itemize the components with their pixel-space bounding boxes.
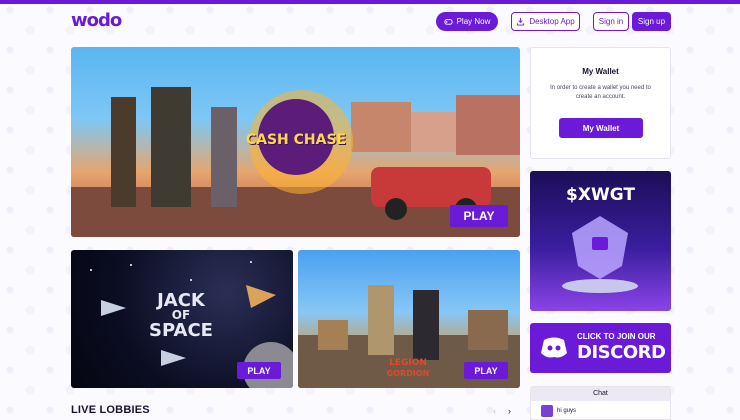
chevron-right-icon[interactable]: › [508,406,511,416]
legion-gordion-card[interactable]: LEGION GORDION PLAY [298,250,520,388]
download-icon [517,17,525,26]
hero-play-button[interactable]: PLAY [450,205,508,227]
wodo-logo[interactable]: wodo [71,12,123,30]
discord-icon [541,337,567,358]
sign-up-button[interactable]: Sign up [632,12,671,31]
chat-message-text: hi guys [557,408,577,414]
my-wallet-button[interactable]: My Wallet [559,118,643,138]
legion-title-line2: GORDION [386,369,430,378]
token-crystal-art [562,216,638,293]
discord-banner[interactable]: CLICK TO JOIN OUR DISCORD [530,323,671,373]
play-now-label: Play Now [456,17,491,26]
desktop-app-label: Desktop App [529,17,575,26]
jack-title-line3: SPACE [149,320,213,341]
gamepad-icon [444,19,453,25]
legion-play-button[interactable]: PLAY [464,362,508,379]
avatar [541,405,553,417]
legion-title-line1: LEGION [389,358,427,368]
chat-panel: Chat hi guys [530,386,671,420]
jack-of-space-card[interactable]: JACK OF SPACE PLAY [71,250,293,388]
live-lobbies-heading: LIVE LOBBIES [71,404,150,416]
discord-cta-line2: DISCORD [577,342,666,363]
wallet-panel: My Wallet In order to create a wallet yo… [530,47,671,159]
cash-chase-hero[interactable]: CASH CHASE PLAY [71,47,520,237]
header: wodo Play Now Desktop App Sign in Sign u… [0,4,740,40]
wallet-description: In order to create a wallet you need to … [550,85,651,100]
jack-play-button[interactable]: PLAY [237,362,281,379]
hero-game-title: CASH CHASE [245,132,347,148]
xwgt-token-banner[interactable]: $XWGT [530,171,671,311]
discord-cta-line1: CLICK TO JOIN OUR [577,332,656,341]
desktop-app-button[interactable]: Desktop App [511,12,580,31]
sign-in-button[interactable]: Sign in [593,12,629,31]
lobby-carousel-arrows: ‹ › [493,406,511,416]
chevron-left-icon[interactable]: ‹ [493,406,496,416]
play-now-button[interactable]: Play Now [436,12,498,31]
chat-title: Chat [531,387,670,401]
chat-message: hi guys [531,401,670,420]
wallet-title: My Wallet [582,67,619,76]
